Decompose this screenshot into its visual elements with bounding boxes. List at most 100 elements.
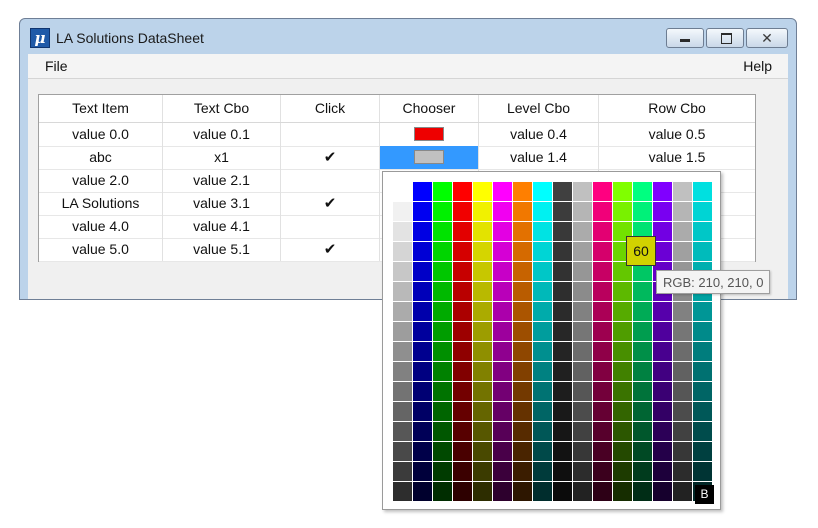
palette-color-cell[interactable] bbox=[413, 362, 432, 381]
palette-color-cell[interactable] bbox=[553, 322, 572, 341]
palette-color-cell[interactable] bbox=[513, 262, 532, 281]
palette-color-cell[interactable] bbox=[433, 482, 452, 501]
palette-color-cell[interactable] bbox=[693, 242, 712, 261]
palette-color-cell[interactable] bbox=[493, 282, 512, 301]
palette-color-cell[interactable] bbox=[593, 302, 612, 321]
table-row[interactable]: value 0.0 value 0.1 value 0.4 value 0.5 bbox=[39, 123, 755, 147]
palette-color-cell[interactable] bbox=[593, 322, 612, 341]
palette-color-cell[interactable] bbox=[693, 362, 712, 381]
palette-color-cell[interactable] bbox=[513, 302, 532, 321]
palette-color-cell[interactable] bbox=[673, 242, 692, 261]
palette-color-cell[interactable] bbox=[393, 382, 412, 401]
palette-color-cell[interactable] bbox=[553, 422, 572, 441]
palette-color-cell[interactable] bbox=[513, 342, 532, 361]
palette-color-cell[interactable] bbox=[613, 282, 632, 301]
palette-color-cell[interactable] bbox=[513, 362, 532, 381]
palette-color-cell[interactable] bbox=[633, 182, 652, 201]
palette-color-cell[interactable] bbox=[613, 482, 632, 501]
palette-color-cell[interactable] bbox=[533, 222, 552, 241]
palette-color-cell[interactable] bbox=[573, 382, 592, 401]
palette-color-cell[interactable] bbox=[633, 462, 652, 481]
palette-color-cell[interactable] bbox=[673, 382, 692, 401]
cell-click[interactable] bbox=[281, 169, 380, 192]
palette-color-cell[interactable] bbox=[473, 202, 492, 221]
palette-color-cell[interactable] bbox=[433, 382, 452, 401]
palette-color-cell[interactable] bbox=[573, 262, 592, 281]
palette-corner-label[interactable]: B bbox=[695, 485, 714, 504]
palette-color-cell[interactable] bbox=[413, 442, 432, 461]
palette-color-cell[interactable] bbox=[653, 302, 672, 321]
cell-click[interactable] bbox=[281, 215, 380, 238]
palette-color-cell[interactable] bbox=[493, 202, 512, 221]
cell-text-item[interactable]: abc bbox=[39, 146, 163, 169]
palette-color-cell[interactable] bbox=[673, 342, 692, 361]
palette-color-cell[interactable] bbox=[453, 422, 472, 441]
palette-color-cell[interactable] bbox=[433, 322, 452, 341]
header-row-cbo[interactable]: Row Cbo bbox=[599, 95, 755, 122]
palette-color-cell[interactable] bbox=[533, 182, 552, 201]
palette-color-cell[interactable] bbox=[513, 202, 532, 221]
palette-color-cell[interactable] bbox=[633, 422, 652, 441]
palette-color-cell[interactable] bbox=[693, 322, 712, 341]
palette-color-cell[interactable] bbox=[693, 342, 712, 361]
palette-color-cell[interactable] bbox=[633, 282, 652, 301]
palette-color-cell[interactable] bbox=[573, 482, 592, 501]
cell-click[interactable]: ✔ bbox=[281, 146, 380, 169]
palette-color-cell[interactable] bbox=[493, 442, 512, 461]
palette-color-cell[interactable] bbox=[553, 222, 572, 241]
cell-click[interactable] bbox=[281, 123, 380, 146]
cell-text-item[interactable]: value 2.0 bbox=[39, 169, 163, 192]
palette-color-cell[interactable] bbox=[393, 222, 412, 241]
palette-color-cell[interactable] bbox=[413, 382, 432, 401]
cell-text-cbo[interactable]: x1 bbox=[163, 146, 281, 169]
palette-color-cell[interactable] bbox=[453, 462, 472, 481]
palette-color-cell[interactable] bbox=[453, 202, 472, 221]
palette-color-cell[interactable] bbox=[553, 202, 572, 221]
palette-color-cell[interactable] bbox=[533, 322, 552, 341]
palette-color-cell[interactable] bbox=[413, 322, 432, 341]
cell-text-item[interactable]: value 5.0 bbox=[39, 238, 163, 261]
palette-color-cell[interactable] bbox=[473, 442, 492, 461]
cell-click[interactable]: ✔ bbox=[281, 192, 380, 215]
palette-color-cell[interactable] bbox=[413, 402, 432, 421]
palette-color-cell[interactable] bbox=[393, 422, 412, 441]
palette-color-cell[interactable] bbox=[613, 422, 632, 441]
palette-color-cell[interactable] bbox=[493, 262, 512, 281]
cell-row-cbo[interactable]: value 1.5 bbox=[599, 146, 755, 169]
palette-color-cell[interactable] bbox=[613, 182, 632, 201]
palette-color-cell[interactable] bbox=[573, 342, 592, 361]
palette-color-cell[interactable] bbox=[573, 202, 592, 221]
palette-color-cell[interactable] bbox=[433, 202, 452, 221]
palette-color-cell[interactable] bbox=[413, 182, 432, 201]
palette-color-cell[interactable] bbox=[653, 382, 672, 401]
palette-color-cell[interactable] bbox=[413, 482, 432, 501]
palette-color-cell[interactable] bbox=[693, 382, 712, 401]
close-button[interactable]: ✕ bbox=[746, 28, 788, 48]
palette-color-cell[interactable] bbox=[393, 242, 412, 261]
palette-color-cell[interactable] bbox=[433, 222, 452, 241]
palette-color-cell[interactable] bbox=[653, 202, 672, 221]
palette-color-cell[interactable] bbox=[513, 322, 532, 341]
header-text-item[interactable]: Text Item bbox=[39, 95, 163, 122]
palette-color-cell[interactable] bbox=[673, 482, 692, 501]
palette-color-cell[interactable] bbox=[513, 462, 532, 481]
palette-color-cell[interactable] bbox=[513, 282, 532, 301]
palette-color-cell[interactable] bbox=[493, 182, 512, 201]
palette-color-cell[interactable] bbox=[533, 242, 552, 261]
palette-color-cell[interactable] bbox=[473, 482, 492, 501]
palette-color-cell[interactable] bbox=[673, 202, 692, 221]
palette-color-cell[interactable] bbox=[613, 462, 632, 481]
palette-color-cell[interactable] bbox=[693, 182, 712, 201]
palette-color-cell[interactable] bbox=[473, 182, 492, 201]
palette-color-cell[interactable] bbox=[573, 442, 592, 461]
palette-color-cell[interactable] bbox=[593, 442, 612, 461]
palette-color-cell[interactable] bbox=[613, 202, 632, 221]
palette-color-cell[interactable] bbox=[553, 402, 572, 421]
palette-color-cell[interactable] bbox=[453, 182, 472, 201]
palette-color-cell[interactable] bbox=[433, 342, 452, 361]
palette-color-cell[interactable] bbox=[393, 262, 412, 281]
palette-color-cell[interactable] bbox=[413, 262, 432, 281]
cell-click[interactable]: ✔ bbox=[281, 238, 380, 261]
cell-text-cbo[interactable]: value 5.1 bbox=[163, 238, 281, 261]
palette-color-cell[interactable] bbox=[393, 462, 412, 481]
